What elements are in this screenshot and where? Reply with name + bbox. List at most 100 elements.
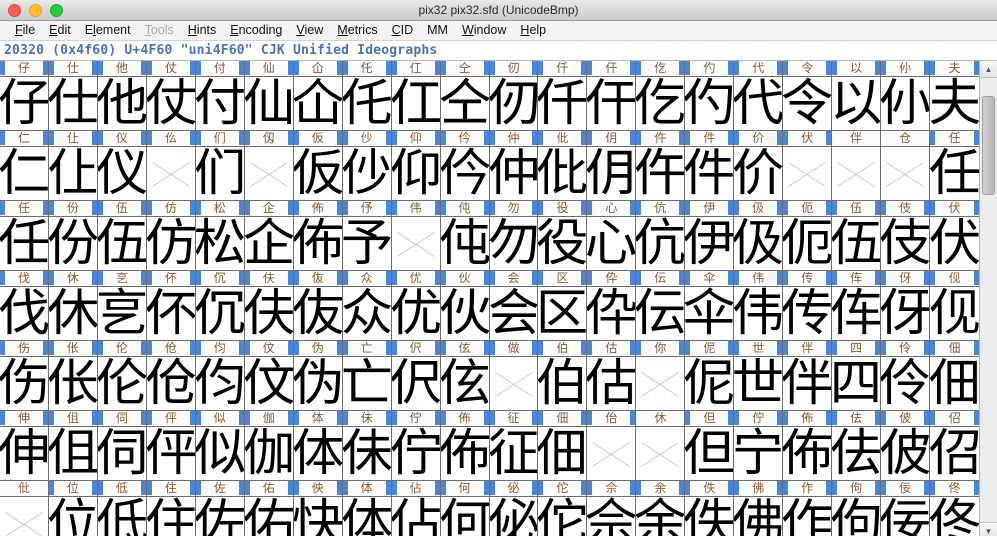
glyph-cell[interactable]: 世世 xyxy=(734,341,783,411)
glyph-bitmap[interactable]: 代 xyxy=(734,77,782,131)
glyph-bitmap[interactable]: 令 xyxy=(783,77,831,131)
glyph-bitmap[interactable]: 伎 xyxy=(881,217,929,271)
glyph-cell[interactable]: 伨伨 xyxy=(196,341,245,411)
glyph-cell[interactable]: 何何 xyxy=(441,481,490,536)
glyph-bitmap[interactable]: 佖 xyxy=(490,497,538,536)
glyph-cell[interactable]: 伹伹 xyxy=(49,411,98,481)
glyph-cell[interactable]: 松松 xyxy=(196,201,245,271)
glyph-empty-slot[interactable] xyxy=(832,147,880,201)
glyph-cell[interactable]: 仲仲 xyxy=(490,131,539,201)
glyph-bitmap[interactable]: 伪 xyxy=(294,357,342,411)
glyph-cell[interactable]: 佔佔 xyxy=(392,481,441,536)
glyph-bitmap[interactable]: 佘 xyxy=(587,497,635,536)
glyph-bitmap[interactable]: 佞 xyxy=(881,497,929,536)
glyph-cell[interactable]: 位位 xyxy=(49,481,98,536)
glyph-cell[interactable]: 令令 xyxy=(783,61,832,131)
glyph-cell[interactable]: 件件 xyxy=(685,131,734,201)
glyph-cell[interactable]: 佇宁 xyxy=(734,411,783,481)
glyph-bitmap[interactable]: 任 xyxy=(0,217,48,271)
glyph-bitmap[interactable]: 仛 xyxy=(343,77,391,131)
glyph-empty-slot[interactable] xyxy=(490,357,538,411)
glyph-cell[interactable]: 仔仔 xyxy=(0,61,49,131)
glyph-cell[interactable]: 伽伽 xyxy=(245,411,294,481)
glyph-cell[interactable]: 佈佈 xyxy=(294,201,343,271)
scrollbar-track[interactable] xyxy=(980,78,997,522)
glyph-bitmap[interactable]: 他 xyxy=(98,77,146,131)
glyph-cell[interactable]: 仚仚 xyxy=(294,61,343,131)
glyph-bitmap[interactable]: 仡 xyxy=(636,77,684,131)
glyph-bitmap[interactable]: 佋 xyxy=(930,427,979,481)
glyph-cell[interactable]: 仯仯 xyxy=(343,131,392,201)
glyph-cell[interactable]: 休休 xyxy=(49,271,98,341)
menu-window[interactable]: Window xyxy=(455,21,513,40)
glyph-bitmap[interactable]: 征 xyxy=(490,427,538,481)
glyph-cell[interactable]: 亡亡 xyxy=(343,341,392,411)
glyph-bitmap[interactable]: 伺 xyxy=(98,427,146,481)
glyph-cell[interactable]: 企企 xyxy=(245,201,294,271)
glyph-bitmap[interactable]: 仔 xyxy=(0,77,48,131)
glyph-cell[interactable]: 似似 xyxy=(196,411,245,481)
glyph-empty-slot[interactable] xyxy=(881,147,929,201)
glyph-bitmap[interactable]: 仠 xyxy=(587,77,635,131)
glyph-bitmap[interactable]: 佊 xyxy=(881,427,929,481)
glyph-bitmap[interactable]: 传 xyxy=(783,287,831,341)
glyph-bitmap[interactable]: 佟 xyxy=(930,497,979,536)
glyph-cell[interactable]: 伯伯 xyxy=(538,341,587,411)
scroll-up-arrow[interactable]: ▲ xyxy=(980,61,997,78)
glyph-bitmap[interactable]: 伝 xyxy=(636,287,684,341)
glyph-cell[interactable]: 伺伺 xyxy=(98,411,147,481)
glyph-cell[interactable]: 伟 xyxy=(392,201,441,271)
glyph-cell[interactable]: 伎伎 xyxy=(881,201,930,271)
glyph-cell[interactable]: 仭 xyxy=(245,131,294,201)
glyph-bitmap[interactable]: 伣 xyxy=(930,287,979,341)
glyph-bitmap[interactable]: 伲 xyxy=(685,357,733,411)
glyph-cell[interactable]: 仁仁 xyxy=(0,131,49,201)
glyph-bitmap[interactable]: 伍 xyxy=(832,217,880,271)
glyph-bitmap[interactable]: 伨 xyxy=(196,357,244,411)
glyph-cell[interactable]: 伡伡 xyxy=(832,271,881,341)
glyph-cell[interactable]: 伍伍 xyxy=(832,201,881,271)
glyph-bitmap[interactable]: 伌 xyxy=(783,217,831,271)
glyph-cell[interactable]: 佐佐 xyxy=(196,481,245,536)
glyph-cell[interactable]: 伏伏 xyxy=(930,201,979,271)
glyph-cell[interactable]: 他他 xyxy=(98,61,147,131)
glyph-cell[interactable]: 仜仜 xyxy=(392,61,441,131)
glyph-bitmap[interactable]: 㐔 xyxy=(98,287,146,341)
glyph-cell[interactable]: 佗佗 xyxy=(538,481,587,536)
glyph-bitmap[interactable]: 仩 xyxy=(49,147,97,201)
glyph-bitmap[interactable]: 区 xyxy=(538,287,586,341)
glyph-cell[interactable]: 伲伲 xyxy=(685,341,734,411)
glyph-bitmap[interactable]: 伞 xyxy=(685,287,733,341)
glyph-bitmap[interactable]: 佈 xyxy=(294,217,342,271)
glyph-cell[interactable]: 伐伐 xyxy=(0,271,49,341)
glyph-cell[interactable]: 心心 xyxy=(587,201,636,271)
glyph-bitmap[interactable]: 伉 xyxy=(636,217,684,271)
glyph-cell[interactable]: 伉伉 xyxy=(636,201,685,271)
glyph-cell[interactable]: 份份 xyxy=(49,201,98,271)
glyph-bitmap[interactable]: 仕 xyxy=(49,77,97,131)
scrollbar-thumb[interactable] xyxy=(982,96,995,196)
glyph-cell[interactable]: 仴仴 xyxy=(587,131,636,201)
glyph-cell[interactable]: 伞伞 xyxy=(685,271,734,341)
glyph-cell[interactable]: 仞仞 xyxy=(490,61,539,131)
glyph-bitmap[interactable]: 优 xyxy=(392,287,440,341)
glyph-bitmap[interactable]: 佉 xyxy=(832,427,880,481)
glyph-bitmap[interactable]: 伐 xyxy=(0,287,48,341)
window-titlebar[interactable]: pix32 pix32.sfd (UnicodeBmp) xyxy=(0,0,997,21)
glyph-bitmap[interactable]: 仰 xyxy=(392,147,440,201)
glyph-bitmap[interactable]: 佈 xyxy=(783,427,831,481)
glyph-bitmap[interactable]: 仵 xyxy=(636,147,684,201)
close-button[interactable] xyxy=(8,4,21,17)
glyph-empty-slot[interactable] xyxy=(636,357,684,411)
glyph-bitmap[interactable]: 四 xyxy=(832,357,880,411)
glyph-cell[interactable]: 仟仟 xyxy=(538,61,587,131)
glyph-bitmap[interactable]: 松 xyxy=(196,217,244,271)
glyph-bitmap[interactable]: 佃 xyxy=(930,357,979,411)
glyph-cell[interactable]: 役役 xyxy=(538,201,587,271)
glyph-bitmap[interactable]: 予 xyxy=(343,217,391,271)
menu-view[interactable]: View xyxy=(289,21,330,40)
glyph-cell[interactable]: 佈佈 xyxy=(783,411,832,481)
glyph-bitmap[interactable]: 仳 xyxy=(538,147,586,201)
glyph-bitmap[interactable]: 仮 xyxy=(294,147,342,201)
glyph-bitmap[interactable]: 佚 xyxy=(685,497,733,536)
